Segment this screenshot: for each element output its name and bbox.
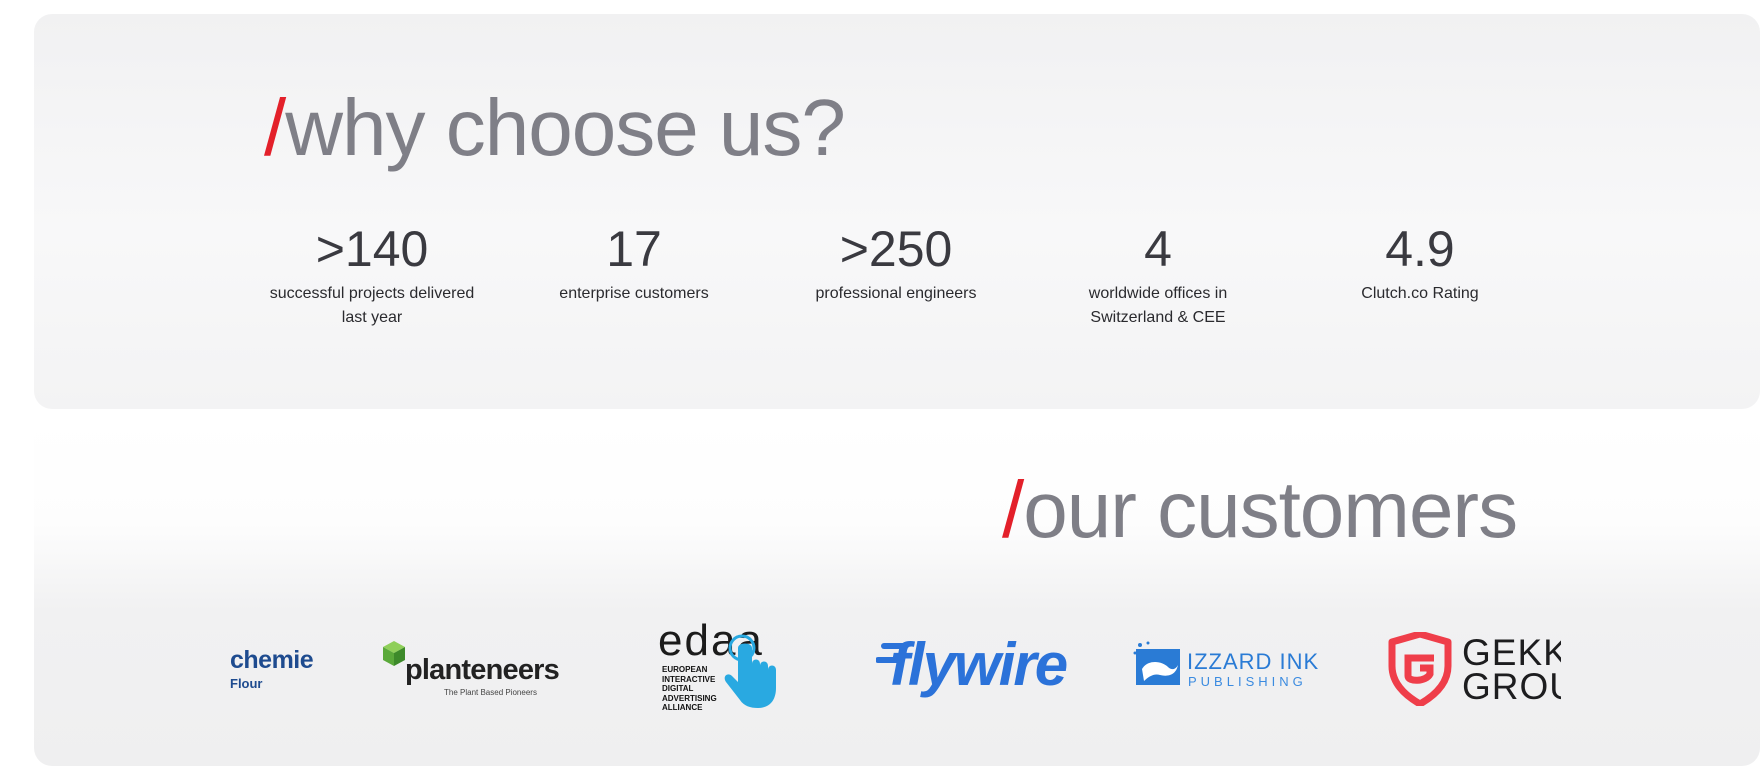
stat-label: worldwide offices in Switzerland & CEE [1088,285,1228,326]
why-choose-us-heading: /why choose us? [264,83,846,172]
stat-value: 17 [606,221,662,277]
customer-logo-planteneers[interactable]: planteneers The Plant Based Pioneers [382,638,560,704]
stat-label: professional engineers [815,285,977,302]
customer-logo-flywire[interactable]: flywire [876,628,1072,708]
customer-logo-izzard-ink[interactable]: IZZARD INK PUBLISHING [1132,635,1328,695]
customer-logo-edaa[interactable]: edaa EUROPEAN INTERACTIVE DIGITAL ADVERT… [658,616,784,712]
stat-value: 4 [1144,221,1172,277]
stat-label: successful projects delivered last year [269,285,475,326]
stat-value: 4.9 [1385,221,1455,277]
stat-clutch-rating: 4.9 Clutch.co Rating [1310,224,1530,306]
stat-engineers: >250 professional engineers [786,224,1006,306]
customer-logo-gekko-group[interactable]: GEKKO GROUP [1386,630,1561,710]
stat-offices: 4 worldwide offices in Switzerland & CEE [1048,224,1268,330]
stat-value: >140 [315,221,429,277]
why-choose-us-section [34,14,1760,409]
lizard-icon [1133,641,1180,685]
leaf-cube-logo-icon [383,641,405,666]
pointing-hand-icon [724,634,776,708]
stat-enterprise-customers: 17 enterprise customers [524,224,744,306]
stat-label: Clutch.co Rating [1361,285,1479,302]
stat-label: enterprise customers [559,285,709,302]
our-customers-heading: /our customers [1002,465,1518,554]
stat-projects: >140 successful projects delivered last y… [262,224,482,330]
customer-logo-chemie[interactable]: chemie Flour [230,642,316,692]
stat-value: >250 [839,221,953,277]
shield-g-icon [1388,632,1452,706]
